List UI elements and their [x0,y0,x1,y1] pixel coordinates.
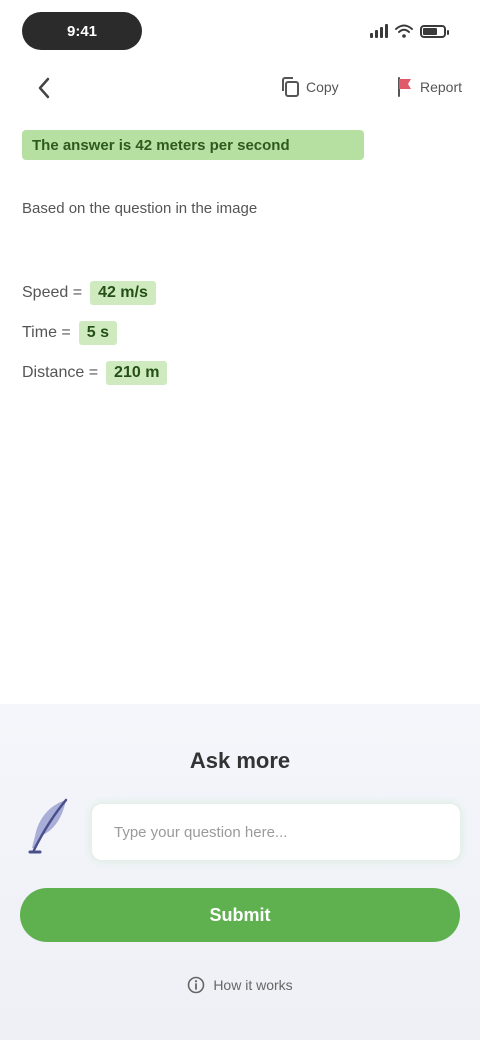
quill-icon [28,798,68,854]
status-bar: 9:41 [0,0,480,64]
chevron-left-icon [38,77,50,99]
answer-section: The answer is 42 meters per second Based… [22,130,458,393]
question-input[interactable] [92,804,460,860]
step-label: Speed = [22,284,83,301]
answer-source: Based on the question in the image [22,200,258,217]
panel-title: Ask more [189,748,291,773]
how-it-works-label: How it works [213,977,293,993]
solution-step: Time = 5 s [22,313,458,353]
top-nav: Copy Report [0,58,480,118]
copy-label: Copy [306,79,339,95]
status-icons [370,20,449,42]
step-value: 210 m [106,361,168,385]
report-label: Report [420,79,463,95]
info-icon [188,976,205,994]
step-value: 42 m/s [90,281,156,305]
status-time: 9:41 [22,12,142,50]
battery-icon [420,24,449,38]
submit-button[interactable]: Submit [20,888,460,942]
answer-highlight: The answer is 42 meters per second [22,130,364,160]
app-screen: 9:41 Copy Report The answer is 42 meters… [0,0,480,1040]
how-it-works-link[interactable]: How it works [0,972,480,998]
solution-step: Distance = 210 m [22,353,458,393]
flag-icon [398,77,411,97]
ask-panel: Ask more Submit How it works [0,704,480,1040]
copy-button[interactable]: Copy [280,72,339,102]
step-label: Time = [22,324,71,341]
signal-icon [370,24,388,38]
step-value: 5 s [78,321,117,345]
copy-icon [282,77,299,97]
solution-step: Speed = 42 m/s [22,273,458,313]
report-button[interactable]: Report [396,72,462,102]
step-label: Distance = [22,364,99,381]
wifi-icon [395,24,413,38]
back-button[interactable] [28,72,60,104]
solution-steps: Speed = 42 m/s Time = 5 s Distance = 210… [22,273,458,393]
